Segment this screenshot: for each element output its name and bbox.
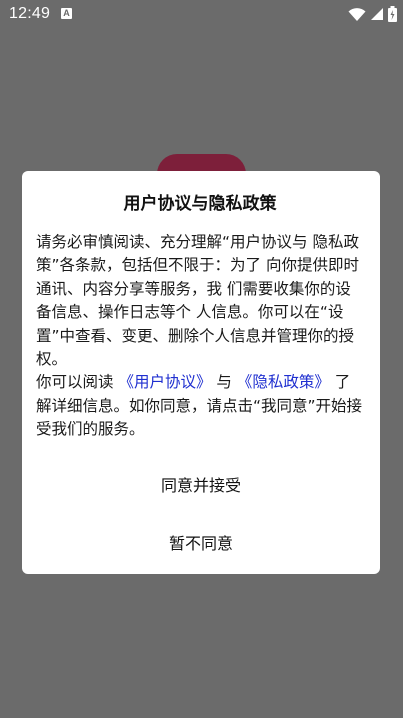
status-bar: 12:49 A xyxy=(0,0,403,28)
status-icons xyxy=(348,5,397,23)
dialog-title: 用户协议与隐私政策 xyxy=(123,194,277,214)
dialog-paragraph-2: 你可以阅读 《用户协议》 与 《隐私政策》 了解详细信息。如你同意，请点击“我同… xyxy=(36,371,364,441)
privacy-policy-link[interactable]: 《隐私政策》 xyxy=(237,373,330,391)
dialog-paragraph-1: 请务必审慎阅读、充分理解“用户协议与 隐私政策”各条款，包括但不限于：为了 向你… xyxy=(36,233,359,369)
status-time: 12:49 xyxy=(9,5,51,22)
accept-button[interactable]: 同意并接受 xyxy=(22,464,380,504)
paragraph-2-middle: 与 xyxy=(211,373,237,392)
notification-a-icon: A xyxy=(61,8,72,19)
wifi-icon xyxy=(348,7,366,21)
user-agreement-link[interactable]: 《用户协议》 xyxy=(118,373,211,391)
dialog-body: 请务必审慎阅读、充分理解“用户协议与 隐私政策”各条款，包括但不限于：为了 向你… xyxy=(36,231,364,442)
cellular-signal-icon xyxy=(371,8,383,20)
battery-icon xyxy=(388,6,397,22)
decline-button[interactable]: 暂不同意 xyxy=(22,522,380,562)
privacy-dialog: 用户协议与隐私政策 请务必审慎阅读、充分理解“用户协议与 隐私政策”各条款，包括… xyxy=(22,171,380,574)
paragraph-2-prefix: 你可以阅读 xyxy=(36,373,119,392)
